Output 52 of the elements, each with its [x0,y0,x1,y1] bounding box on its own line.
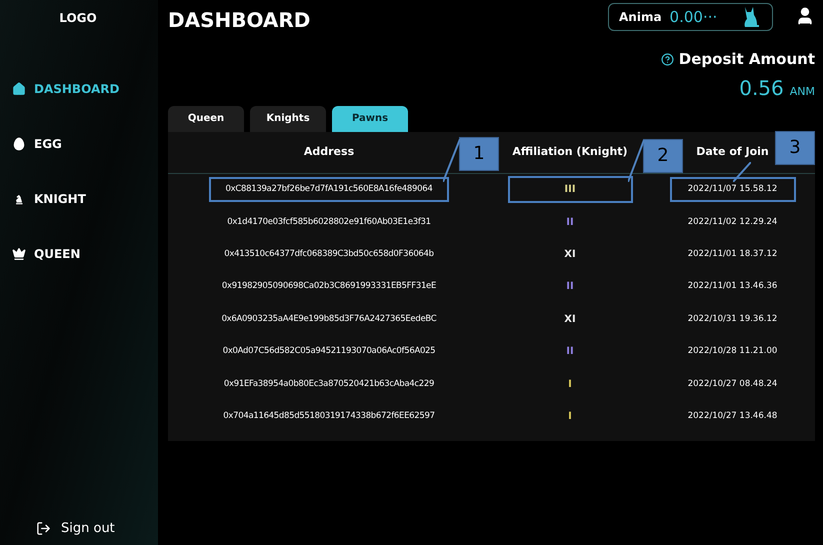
table-cell-text: 0x704a11645d85d55180319174338b672f6EE62597 [222,410,436,424]
page-title: DASHBOARD [168,7,310,34]
sidebar-item[interactable]: QUEEN [12,245,158,263]
table-cell-text: I [568,378,572,392]
table-cell-text: 0x0Ad07C56d582C05a94521193070a06Ac0f56A025 [222,345,436,358]
table-cell-text: 2022/11/02 12.29.24 [686,216,778,229]
table-cell-text: II [566,280,574,294]
table-cell: 2022/11/07 15.58.12 [670,177,796,202]
table-cell-text: II [566,216,574,230]
table-cell-text: 2022/10/27 08.48.24 [686,378,778,391]
home-icon [12,82,26,96]
sidebar-item[interactable]: DASHBOARD [12,80,158,98]
crown-icon [12,247,26,261]
deposit-label: Deposit Amount [678,49,815,70]
callout-number: 2 [643,138,683,172]
table-cell-text: 2022/10/28 11.21.00 [686,345,778,358]
column-header: Date of Join [696,144,769,160]
table-cell-text: III [564,183,576,198]
table-cell-text: 0x6A0903235aA4E9e199b85d3F76A2427365EedeBC [220,312,438,326]
sign-out-icon [36,520,51,536]
table-cell-text: 2022/11/01 13.46.36 [686,280,778,294]
help-icon[interactable] [660,52,674,66]
leader-line [733,162,751,182]
tab[interactable]: Queen [168,106,244,132]
sign-out-link[interactable]: Sign out [36,518,158,538]
table-cell-text: II [566,345,574,360]
egg-icon [12,137,26,151]
table-cell-text: XI [564,248,576,262]
sidebar-item[interactable]: KNIGHT [12,190,158,208]
leader-line [443,138,460,182]
table-cell-text: XI [564,312,576,327]
tab[interactable]: Pawns [332,106,408,132]
callout-number: 1 [459,136,499,170]
table-cell-text: 2022/11/01 18.37.12 [686,248,778,262]
table-cell-text: 2022/10/27 13.46.48 [686,410,778,424]
sidebar-item[interactable]: EGG [12,135,158,153]
wallet-value: 0.00··· [670,6,718,28]
column-header: Affiliation (Knight) [512,144,628,160]
logo: LOGO [58,10,98,27]
table-cell-text: 0x91982905090698Ca02b3C8691993331EB5FF31eE [220,280,438,294]
tab[interactable]: Knights [250,106,326,132]
deposit-unit: ANM [790,84,815,100]
callout-number: 3 [775,130,815,164]
table-cell-text: 0x1d4170e03fcf585b6028802e91f60Ab03E1e3f31 [226,216,432,229]
table-cell-text: I [568,410,572,424]
table-cell: 0xC88139a27bf26be7d7fA191c560E8A16fe489064 [209,177,449,202]
deposit-value: 0.56 [739,74,784,102]
wallet-balance[interactable]: Anima 0.00··· [608,3,773,31]
table-cell-text: 0x413510c64377dfc068389C3bd50c658d0F36064b [223,248,435,262]
table-cell-text: 0x91EFa38954a0b80Ec3a870520421b63cAba4c229 [222,378,436,391]
wallet-label: Anima [619,9,662,26]
table-cell-text: 2022/10/31 19.36.12 [686,312,778,326]
